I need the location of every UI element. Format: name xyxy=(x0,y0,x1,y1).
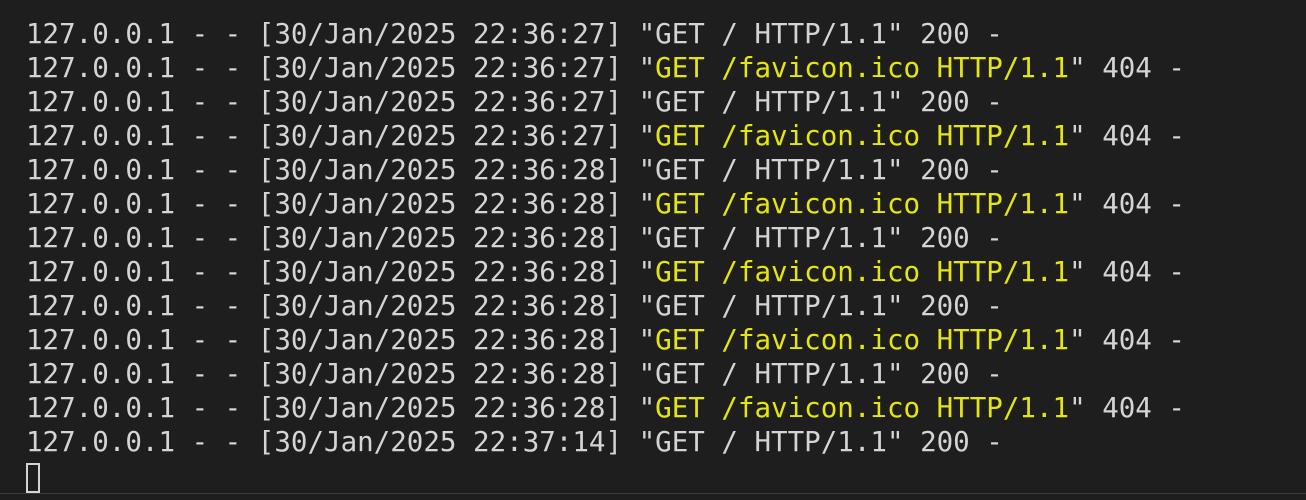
log-line: 127.0.0.1 - - [30/Jan/2025 22:36:28] "GE… xyxy=(26,289,1306,323)
log-status: 404 - xyxy=(1085,324,1185,356)
log-request: GET / HTTP/1.1 xyxy=(655,358,887,390)
divider xyxy=(0,493,1306,494)
log-request: GET / HTTP/1.1 xyxy=(655,426,887,458)
log-prefix: 127.0.0.1 - - [30/Jan/2025 22:36:28] xyxy=(26,358,639,390)
log-line: 127.0.0.1 - - [30/Jan/2025 22:36:28] "GE… xyxy=(26,221,1306,255)
terminal-window[interactable]: 127.0.0.1 - - [30/Jan/2025 22:36:27] "GE… xyxy=(0,0,1306,500)
quote-mark: " xyxy=(1069,256,1086,288)
log-status: 404 - xyxy=(1085,120,1185,152)
quote-mark: " xyxy=(1069,324,1086,356)
quote-mark: " xyxy=(638,256,656,288)
quote-mark: " xyxy=(1069,188,1086,220)
log-prefix: 127.0.0.1 - - [30/Jan/2025 22:36:28] xyxy=(26,392,639,424)
log-line: 127.0.0.1 - - [30/Jan/2025 22:37:14] "GE… xyxy=(26,425,1306,459)
log-request: GET /favicon.ico HTTP/1.1 xyxy=(655,392,1070,424)
log-request: GET /favicon.ico HTTP/1.1 xyxy=(655,324,1070,356)
log-prefix: 127.0.0.1 - - [30/Jan/2025 22:36:28] xyxy=(26,188,639,220)
log-line: 127.0.0.1 - - [30/Jan/2025 22:36:28] "GE… xyxy=(26,357,1306,391)
log-line: 127.0.0.1 - - [30/Jan/2025 22:36:27] "GE… xyxy=(26,51,1306,85)
log-prefix: 127.0.0.1 - - [30/Jan/2025 22:36:27] xyxy=(26,120,639,152)
quote-mark: " xyxy=(1069,120,1086,152)
quote-mark: " xyxy=(886,222,904,254)
quote-mark: " xyxy=(638,18,656,50)
prompt-line[interactable] xyxy=(26,459,1306,493)
log-status: 200 - xyxy=(903,290,1003,322)
log-request: GET / HTTP/1.1 xyxy=(655,154,887,186)
log-request: GET / HTTP/1.1 xyxy=(655,18,887,50)
quote-mark: " xyxy=(886,154,904,186)
quote-mark: " xyxy=(886,358,904,390)
quote-mark: " xyxy=(638,290,656,322)
quote-mark: " xyxy=(1069,52,1086,84)
quote-mark: " xyxy=(886,86,904,118)
quote-mark: " xyxy=(638,86,656,118)
cursor-icon xyxy=(26,463,40,493)
log-line: 127.0.0.1 - - [30/Jan/2025 22:36:27] "GE… xyxy=(26,17,1306,51)
log-request: GET / HTTP/1.1 xyxy=(655,222,887,254)
quote-mark: " xyxy=(638,222,656,254)
log-line: 127.0.0.1 - - [30/Jan/2025 22:36:27] "GE… xyxy=(26,85,1306,119)
log-request: GET / HTTP/1.1 xyxy=(655,290,887,322)
log-prefix: 127.0.0.1 - - [30/Jan/2025 22:36:28] xyxy=(26,324,639,356)
log-status: 200 - xyxy=(903,18,1003,50)
log-prefix: 127.0.0.1 - - [30/Jan/2025 22:36:28] xyxy=(26,154,639,186)
log-line: 127.0.0.1 - - [30/Jan/2025 22:36:28] "GE… xyxy=(26,255,1306,289)
log-prefix: 127.0.0.1 - - [30/Jan/2025 22:36:27] xyxy=(26,86,639,118)
log-line: 127.0.0.1 - - [30/Jan/2025 22:36:27] "GE… xyxy=(26,119,1306,153)
log-request: GET /favicon.ico HTTP/1.1 xyxy=(655,256,1070,288)
log-status: 200 - xyxy=(903,358,1003,390)
log-prefix: 127.0.0.1 - - [30/Jan/2025 22:37:14] xyxy=(26,426,639,458)
quote-mark: " xyxy=(638,188,656,220)
log-status: 200 - xyxy=(903,154,1003,186)
quote-mark: " xyxy=(886,18,904,50)
log-status: 404 - xyxy=(1085,392,1185,424)
log-prefix: 127.0.0.1 - - [30/Jan/2025 22:36:27] xyxy=(26,52,639,84)
log-prefix: 127.0.0.1 - - [30/Jan/2025 22:36:27] xyxy=(26,18,639,50)
quote-mark: " xyxy=(638,324,656,356)
log-output: 127.0.0.1 - - [30/Jan/2025 22:36:27] "GE… xyxy=(26,17,1306,459)
log-status: 200 - xyxy=(903,222,1003,254)
log-request: GET /favicon.ico HTTP/1.1 xyxy=(655,188,1070,220)
log-line: 127.0.0.1 - - [30/Jan/2025 22:36:28] "GE… xyxy=(26,323,1306,357)
quote-mark: " xyxy=(886,426,904,458)
log-prefix: 127.0.0.1 - - [30/Jan/2025 22:36:28] xyxy=(26,222,639,254)
quote-mark: " xyxy=(1069,392,1086,424)
log-prefix: 127.0.0.1 - - [30/Jan/2025 22:36:28] xyxy=(26,256,639,288)
log-request: GET /favicon.ico HTTP/1.1 xyxy=(655,52,1070,84)
quote-mark: " xyxy=(638,120,656,152)
log-line: 127.0.0.1 - - [30/Jan/2025 22:36:28] "GE… xyxy=(26,187,1306,221)
log-status: 404 - xyxy=(1085,188,1185,220)
quote-mark: " xyxy=(638,392,656,424)
quote-mark: " xyxy=(886,290,904,322)
log-status: 404 - xyxy=(1085,52,1185,84)
log-line: 127.0.0.1 - - [30/Jan/2025 22:36:28] "GE… xyxy=(26,153,1306,187)
log-prefix: 127.0.0.1 - - [30/Jan/2025 22:36:28] xyxy=(26,290,639,322)
quote-mark: " xyxy=(638,154,656,186)
quote-mark: " xyxy=(638,52,656,84)
log-status: 200 - xyxy=(903,86,1003,118)
log-line: 127.0.0.1 - - [30/Jan/2025 22:36:28] "GE… xyxy=(26,391,1306,425)
log-status: 404 - xyxy=(1085,256,1185,288)
log-status: 200 - xyxy=(903,426,1003,458)
log-request: GET /favicon.ico HTTP/1.1 xyxy=(655,120,1070,152)
log-request: GET / HTTP/1.1 xyxy=(655,86,887,118)
quote-mark: " xyxy=(638,358,656,390)
quote-mark: " xyxy=(638,426,656,458)
